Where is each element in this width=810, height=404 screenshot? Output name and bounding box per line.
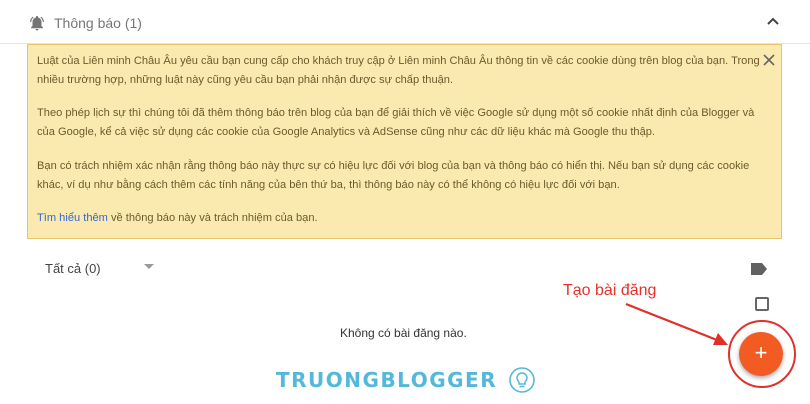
empty-posts-message: Không có bài đăng nào. [340, 326, 467, 340]
lightbulb-icon [509, 367, 535, 393]
notice-paragraph-3: Bạn có trách nhiệm xác nhận rằng thông b… [37, 160, 750, 191]
select-all-checkbox[interactable] [755, 297, 769, 311]
cookie-notice: Luật của Liên minh Châu Âu yêu cầu bạn c… [27, 44, 782, 239]
bell-icon [30, 15, 44, 31]
notice-paragraph-4: Tìm hiểu thêm về thông báo này và trách … [37, 209, 767, 228]
filter-selected-value: Tất cả (0) [45, 261, 101, 276]
notifications-title: Thông báo (1) [54, 15, 142, 31]
label-icon[interactable] [751, 263, 767, 275]
notice-paragraph-4-text: về thông báo này và trách nhiệm của bạn. [107, 212, 318, 224]
learn-more-link[interactable]: Tìm hiểu thêm [37, 212, 108, 224]
dropdown-caret-icon [144, 264, 154, 269]
chevron-up-icon[interactable] [764, 14, 782, 28]
notifications-header: Thông báo (1) [0, 0, 810, 44]
notice-paragraph-1: Luật của Liên minh Châu Âu yêu cầu bạn c… [37, 55, 760, 86]
close-icon[interactable] [762, 53, 776, 67]
annotation-label: Tạo bài đăng [563, 282, 657, 299]
create-post-button[interactable]: + [739, 332, 783, 376]
notice-paragraph-2: Theo phép lịch sự thì chúng tôi đã thêm … [37, 107, 755, 138]
watermark-text: TRUONGBLOGGER [276, 368, 498, 392]
